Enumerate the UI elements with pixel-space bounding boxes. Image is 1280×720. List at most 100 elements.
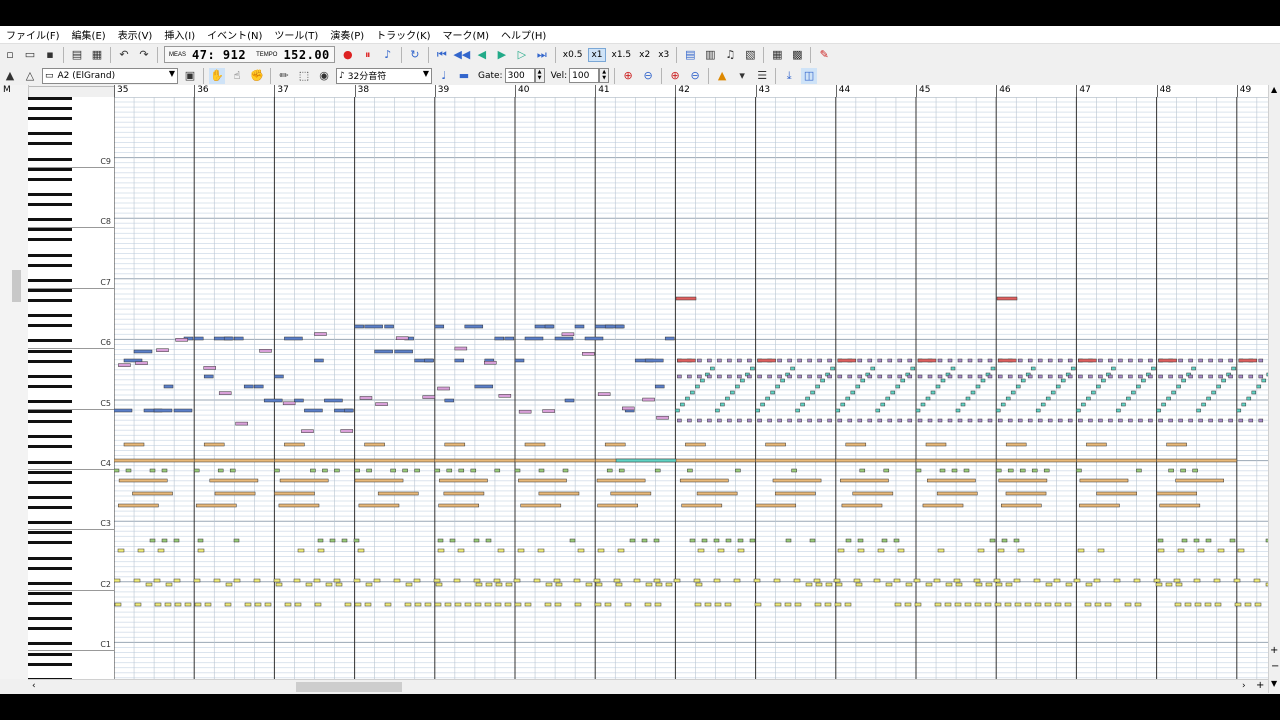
note-green[interactable] (881, 538, 888, 543)
note-yellow[interactable] (695, 582, 703, 587)
note-green[interactable] (366, 468, 372, 473)
note-purple[interactable] (837, 418, 843, 423)
note-red[interactable] (997, 358, 1017, 363)
note-yellow[interactable] (1153, 578, 1161, 583)
note-orange[interactable] (765, 442, 786, 447)
note-yellow[interactable] (794, 602, 802, 607)
note-purple[interactable] (697, 374, 702, 379)
black-key[interactable] (28, 581, 72, 585)
note-yellow[interactable] (294, 602, 302, 607)
note-purple[interactable] (737, 374, 742, 379)
note-yellow[interactable] (724, 602, 732, 607)
note-teal[interactable] (960, 402, 966, 407)
track-settings-icon[interactable]: ▣ (182, 68, 198, 84)
note-purple[interactable] (747, 358, 752, 363)
note-yellow[interactable] (974, 602, 982, 607)
note-yellow[interactable] (594, 602, 602, 607)
note-green[interactable] (809, 538, 816, 543)
note-yellow[interactable] (497, 548, 505, 553)
score-view-icon[interactable]: ♫ (722, 47, 738, 63)
note-yellow[interactable] (545, 582, 553, 587)
note-purple[interactable] (957, 374, 963, 379)
note-teal[interactable] (1060, 378, 1066, 383)
black-key[interactable] (28, 435, 72, 439)
dotted-note-icon[interactable]: ♩ (436, 68, 452, 84)
note-yellow[interactable] (275, 582, 283, 587)
note-purple[interactable] (907, 418, 913, 423)
note-yellow[interactable] (494, 602, 502, 607)
note-yellow[interactable] (145, 582, 153, 587)
note-blue[interactable] (474, 384, 494, 389)
note-purple[interactable] (1128, 374, 1133, 379)
note-yellow[interactable] (433, 578, 441, 583)
list-view-icon[interactable]: ▤ (682, 47, 698, 63)
note-yellow[interactable] (984, 602, 992, 607)
black-key[interactable] (28, 107, 72, 111)
note-green[interactable] (354, 468, 360, 473)
note-pink[interactable] (301, 429, 314, 433)
piano-keyboard[interactable]: C9C8C7C6C5C4C3C2C1C0 (28, 97, 115, 679)
note-pink[interactable] (314, 332, 327, 336)
note-blue[interactable] (384, 324, 394, 329)
note-blue[interactable] (374, 349, 393, 354)
note-yellow[interactable] (244, 602, 252, 607)
note-pink[interactable] (437, 386, 450, 391)
note-pink[interactable] (218, 391, 232, 395)
black-key[interactable] (28, 228, 72, 232)
note-yellow[interactable] (384, 602, 392, 607)
note-yellow[interactable] (1134, 602, 1142, 607)
note-teal[interactable] (720, 402, 725, 407)
note-yellow[interactable] (1013, 578, 1021, 583)
note-yellow[interactable] (733, 578, 741, 583)
note-blue[interactable] (364, 324, 383, 329)
note-purple[interactable] (1188, 374, 1193, 379)
note-purple[interactable] (1128, 418, 1133, 423)
scroll-down-icon[interactable]: ▼ (1271, 679, 1277, 688)
note-yellow[interactable] (453, 578, 461, 583)
note-orange[interactable] (772, 478, 822, 483)
note-yellow[interactable] (644, 602, 652, 607)
note-blue[interactable] (494, 336, 505, 341)
note-orange[interactable] (610, 491, 652, 496)
note-green[interactable] (514, 468, 521, 473)
note-purple[interactable] (867, 358, 873, 363)
note-green[interactable] (217, 468, 224, 473)
note-green[interactable] (1007, 468, 1014, 473)
track-down-icon[interactable]: △ (22, 68, 38, 84)
note-blue[interactable] (114, 408, 133, 413)
note-purple[interactable] (1198, 358, 1203, 363)
note-green[interactable] (125, 468, 132, 473)
note-purple[interactable] (947, 374, 953, 379)
record-pause-icon[interactable]: ⏸ (360, 47, 376, 63)
note-yellow[interactable] (225, 582, 233, 587)
note-pink[interactable] (656, 415, 669, 420)
note-red[interactable] (677, 358, 696, 363)
note-orange[interactable] (123, 442, 145, 447)
note-teal[interactable] (795, 408, 800, 413)
note-teal[interactable] (675, 408, 680, 413)
note-purple[interactable] (1128, 358, 1133, 363)
note-red[interactable] (996, 296, 1018, 301)
note-blue[interactable] (444, 398, 455, 403)
note-yellow[interactable] (835, 582, 843, 587)
print-icon[interactable]: ▤ (69, 47, 85, 63)
note-yellow[interactable] (673, 578, 681, 583)
note-blue[interactable] (223, 336, 234, 341)
note-purple[interactable] (927, 374, 933, 379)
note-purple[interactable] (1027, 358, 1033, 363)
note-teal[interactable] (740, 378, 745, 383)
note-blue[interactable] (394, 349, 413, 354)
undo-icon[interactable]: ↶ (116, 47, 132, 63)
note-yellow[interactable] (537, 548, 545, 553)
black-key[interactable] (28, 132, 72, 136)
note-yellow[interactable] (1065, 582, 1073, 587)
speed-x0.5-button[interactable]: x0.5 (561, 49, 585, 61)
redo-icon[interactable]: ↷ (136, 47, 152, 63)
black-key[interactable] (28, 400, 72, 403)
note-yellow[interactable] (114, 578, 121, 583)
note-purple[interactable] (1057, 374, 1063, 379)
note-yellow[interactable] (793, 578, 801, 583)
note-yellow[interactable] (1097, 548, 1105, 553)
note-orange[interactable] (852, 491, 894, 496)
track-select[interactable]: ▭ A2 (ElGrand) ▼ (42, 67, 178, 84)
